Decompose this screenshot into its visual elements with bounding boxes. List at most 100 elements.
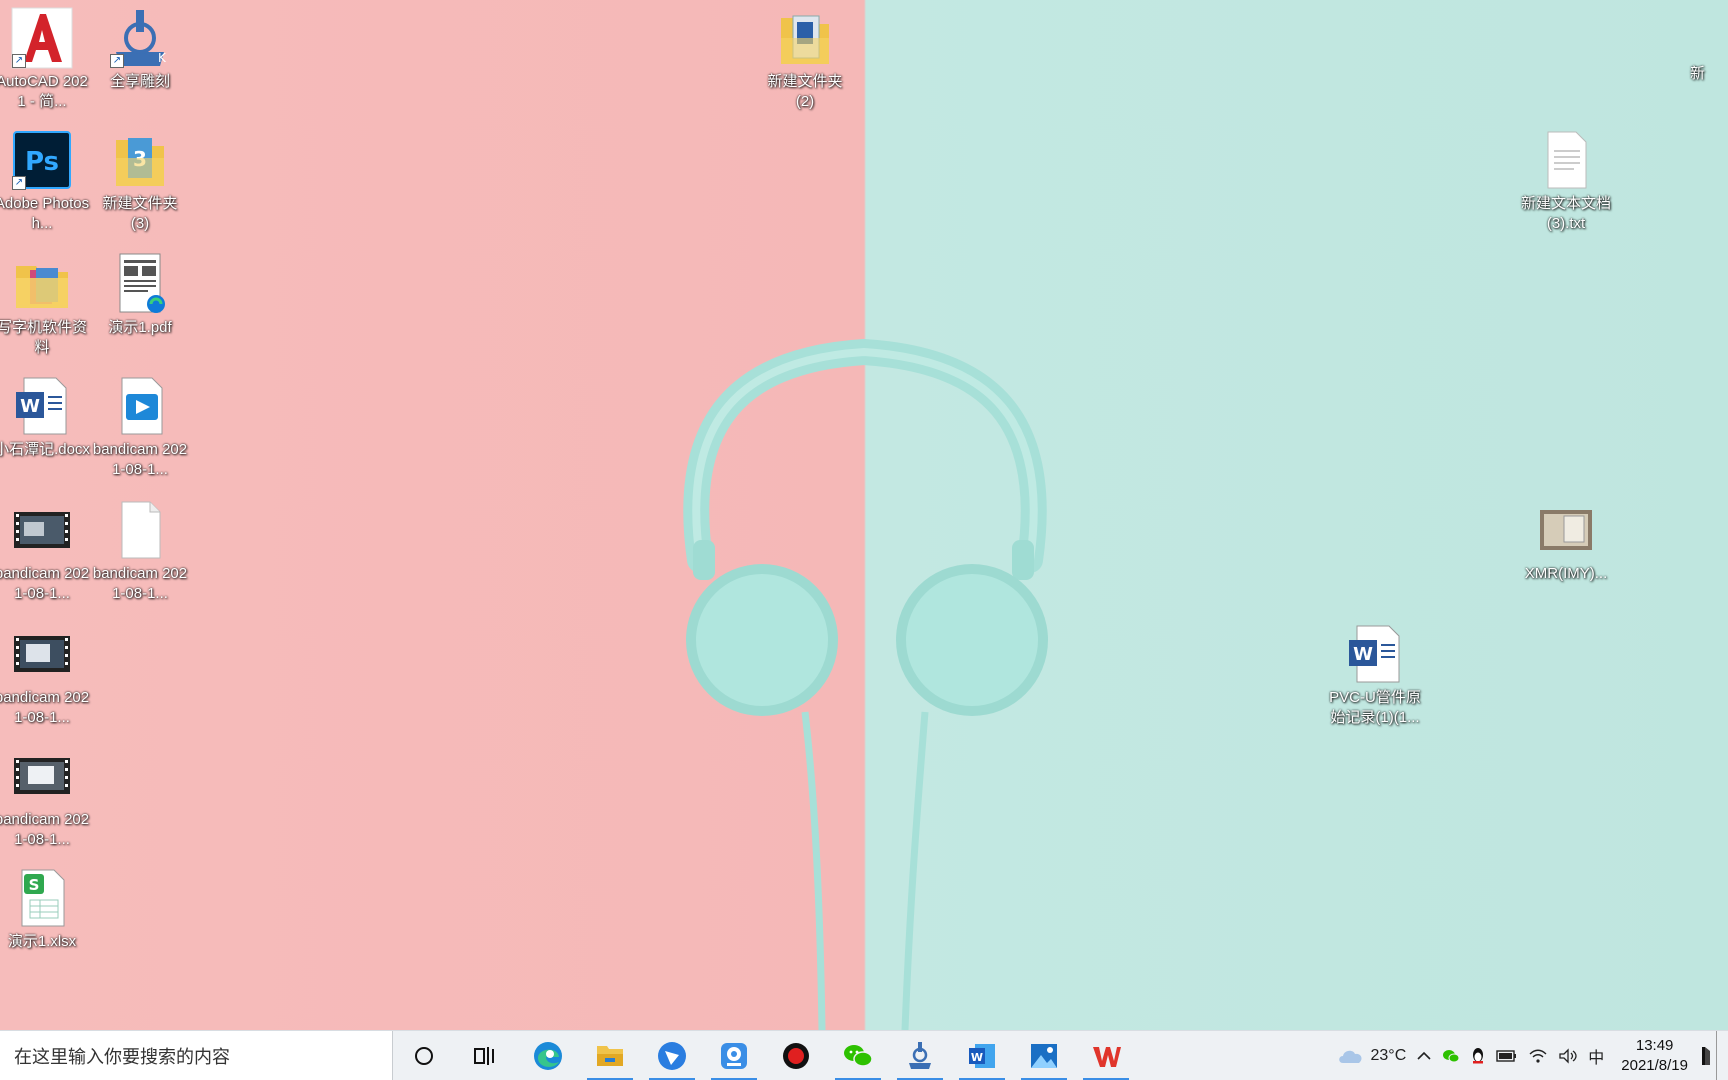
video-file-icon bbox=[10, 498, 74, 562]
desktop-icon-folder-2[interactable]: 新建文件夹 (2) bbox=[757, 6, 853, 112]
record-icon bbox=[783, 1042, 809, 1069]
wifi-icon bbox=[1529, 1049, 1547, 1063]
spreadsheet-icon: S bbox=[10, 866, 74, 930]
photos-icon bbox=[1031, 1043, 1057, 1068]
desktop-icon-txt[interactable]: 新建文本文档 (3).txt bbox=[1518, 128, 1614, 234]
folder-icon: 3 bbox=[108, 128, 172, 192]
icon-label: 演示1.pdf bbox=[108, 319, 172, 336]
taskbar: 在这里输入你要搜索的内容 W 23°C 中 13:49 2021/8/19 bbox=[0, 1030, 1728, 1080]
desktop-icon-autocad[interactable]: ↗ AutoCAD 2021 - 简... bbox=[0, 6, 90, 112]
svg-text:W: W bbox=[1353, 644, 1373, 665]
engraving-button[interactable] bbox=[889, 1031, 951, 1080]
headphones-wallpaper bbox=[683, 338, 1048, 1030]
desktop-icon-pdf[interactable]: 演示1.pdf bbox=[92, 252, 188, 338]
edge-icon bbox=[534, 1041, 562, 1070]
folder-icon bbox=[10, 252, 74, 316]
notification-button[interactable] bbox=[1700, 1031, 1712, 1080]
clock-button[interactable]: 13:49 2021/8/19 bbox=[1609, 1036, 1700, 1076]
desktop-icon-bandicam-video[interactable]: bandicam 2021-08-1... bbox=[92, 374, 188, 480]
icon-label: 全享雕刻 bbox=[109, 73, 170, 90]
icon-label: bandicam 2021-08-1... bbox=[0, 689, 90, 726]
pdf-icon bbox=[108, 252, 172, 316]
icon-label: 新建文本文档 (3).txt bbox=[1520, 195, 1611, 232]
desktop[interactable]: ↗ AutoCAD 2021 - 简... Ps ↗ Adobe Photosh… bbox=[0, 0, 1728, 1030]
desktop-icon-folder-3[interactable]: 3 新建文件夹 (3) bbox=[92, 128, 188, 234]
edge-button[interactable] bbox=[517, 1031, 579, 1080]
wps-button[interactable] bbox=[1075, 1031, 1137, 1080]
image-thumb-icon bbox=[1534, 498, 1598, 562]
photos-button[interactable] bbox=[1013, 1031, 1075, 1080]
desktop-icon-docx[interactable]: W 小石潭记.docx bbox=[0, 374, 90, 460]
desktop-icon-pvc[interactable]: W PVC-U管件原始记录(1)(1... bbox=[1327, 622, 1423, 728]
speaker-icon bbox=[1559, 1047, 1577, 1064]
feishu-button[interactable] bbox=[641, 1031, 703, 1080]
desktop-icon-bandicam-5[interactable]: bandicam 2021-08-1... bbox=[0, 744, 90, 850]
wechat-icon bbox=[844, 1044, 873, 1067]
wechat-button[interactable] bbox=[827, 1031, 889, 1080]
weather-temperature: 23°C bbox=[1370, 1046, 1407, 1064]
icon-label: bandicam 2021-08-1... bbox=[92, 565, 188, 602]
icon-label: bandicam 2021-08-1... bbox=[0, 565, 90, 602]
blank-file-icon bbox=[108, 498, 172, 562]
shortcut-arrow-icon: ↗ bbox=[12, 176, 26, 190]
desktop-icon-photoshop[interactable]: Ps ↗ Adobe Photosh... bbox=[0, 128, 90, 234]
icon-label: 新 bbox=[1690, 65, 1706, 82]
desktop-icon-partial[interactable]: 新 bbox=[1690, 62, 1728, 84]
desktop-icon-bandicam-1[interactable]: bandicam 2021-08-1... bbox=[0, 498, 90, 604]
svg-text:W: W bbox=[971, 1051, 983, 1064]
photoshop-icon: Ps ↗ bbox=[10, 128, 74, 192]
word-doc-icon: W bbox=[10, 374, 74, 438]
wechat-tray-icon-button[interactable] bbox=[1437, 1031, 1465, 1080]
file-explorer-button[interactable] bbox=[579, 1031, 641, 1080]
clock-date: 2021/8/19 bbox=[1621, 1056, 1688, 1074]
icon-label: Adobe Photosh... bbox=[0, 195, 90, 232]
qq-penguin-icon bbox=[1473, 1047, 1484, 1063]
notification-icon bbox=[1702, 1046, 1710, 1065]
task-view-button[interactable] bbox=[455, 1031, 517, 1080]
feishu-icon bbox=[658, 1041, 686, 1070]
folder-icon bbox=[773, 6, 837, 70]
shortcut-arrow-icon: ↗ bbox=[110, 54, 124, 68]
qq-tray-icon-button[interactable] bbox=[1465, 1031, 1491, 1080]
camera-app-button[interactable] bbox=[703, 1031, 765, 1080]
show-hidden-icons-button[interactable] bbox=[1411, 1031, 1437, 1080]
video-thumb-icon bbox=[10, 744, 74, 808]
battery-tray-button[interactable] bbox=[1491, 1031, 1523, 1080]
cortana-icon bbox=[415, 1046, 433, 1065]
video-file-icon bbox=[108, 374, 172, 438]
desktop-icon-engraving[interactable]: K ↗ 全享雕刻 bbox=[92, 6, 188, 92]
icon-label: 小石潭记.docx bbox=[0, 441, 90, 458]
wifi-tray-button[interactable] bbox=[1523, 1031, 1553, 1080]
svg-text:S: S bbox=[29, 876, 40, 894]
word-icon: W bbox=[969, 1043, 995, 1068]
autocad-icon: ↗ bbox=[10, 6, 74, 70]
icon-label: bandicam 2021-08-1... bbox=[92, 441, 188, 478]
bandicam-button[interactable] bbox=[765, 1031, 827, 1080]
icon-label: XMR(IMY)... bbox=[1524, 565, 1608, 582]
svg-text:K: K bbox=[158, 51, 167, 65]
input-method-button[interactable]: 中 bbox=[1583, 1031, 1609, 1080]
word-doc-icon: W bbox=[1343, 622, 1407, 686]
wechat-icon bbox=[1443, 1049, 1460, 1062]
word-button[interactable]: W bbox=[951, 1031, 1013, 1080]
cortana-button[interactable] bbox=[393, 1031, 455, 1080]
desktop-icon-bandicam-3[interactable]: bandicam 2021-08-1... bbox=[92, 498, 188, 604]
desktop-icon-bandicam-4[interactable]: bandicam 2021-08-1... bbox=[0, 622, 90, 728]
icon-label: AutoCAD 2021 - 简... bbox=[0, 73, 88, 110]
clock-time: 13:49 bbox=[1635, 1036, 1674, 1054]
video-thumb-icon bbox=[10, 622, 74, 686]
icon-label: bandicam 2021-08-1... bbox=[0, 811, 90, 848]
battery-icon bbox=[1496, 1049, 1517, 1062]
volume-tray-button[interactable] bbox=[1553, 1031, 1583, 1080]
desktop-icon-xmr[interactable]: XMR(IMY)... bbox=[1518, 498, 1614, 584]
desktop-icon-writer-folder[interactable]: 写字机软件资料 bbox=[0, 252, 90, 358]
show-desktop-button[interactable] bbox=[1716, 1030, 1722, 1080]
camera-icon bbox=[721, 1042, 747, 1069]
desktop-icon-xlsx[interactable]: S 演示1.xlsx bbox=[0, 866, 90, 952]
engraving-app-icon: K ↗ bbox=[108, 6, 172, 70]
engraving-app-icon bbox=[909, 1041, 931, 1069]
cloud-icon bbox=[1338, 1050, 1362, 1063]
weather-widget[interactable]: 23°C bbox=[1332, 1031, 1412, 1080]
system-tray: 23°C 中 13:49 2021/8/19 bbox=[1332, 1030, 1728, 1080]
taskbar-search-input[interactable]: 在这里输入你要搜索的内容 bbox=[0, 1030, 393, 1080]
